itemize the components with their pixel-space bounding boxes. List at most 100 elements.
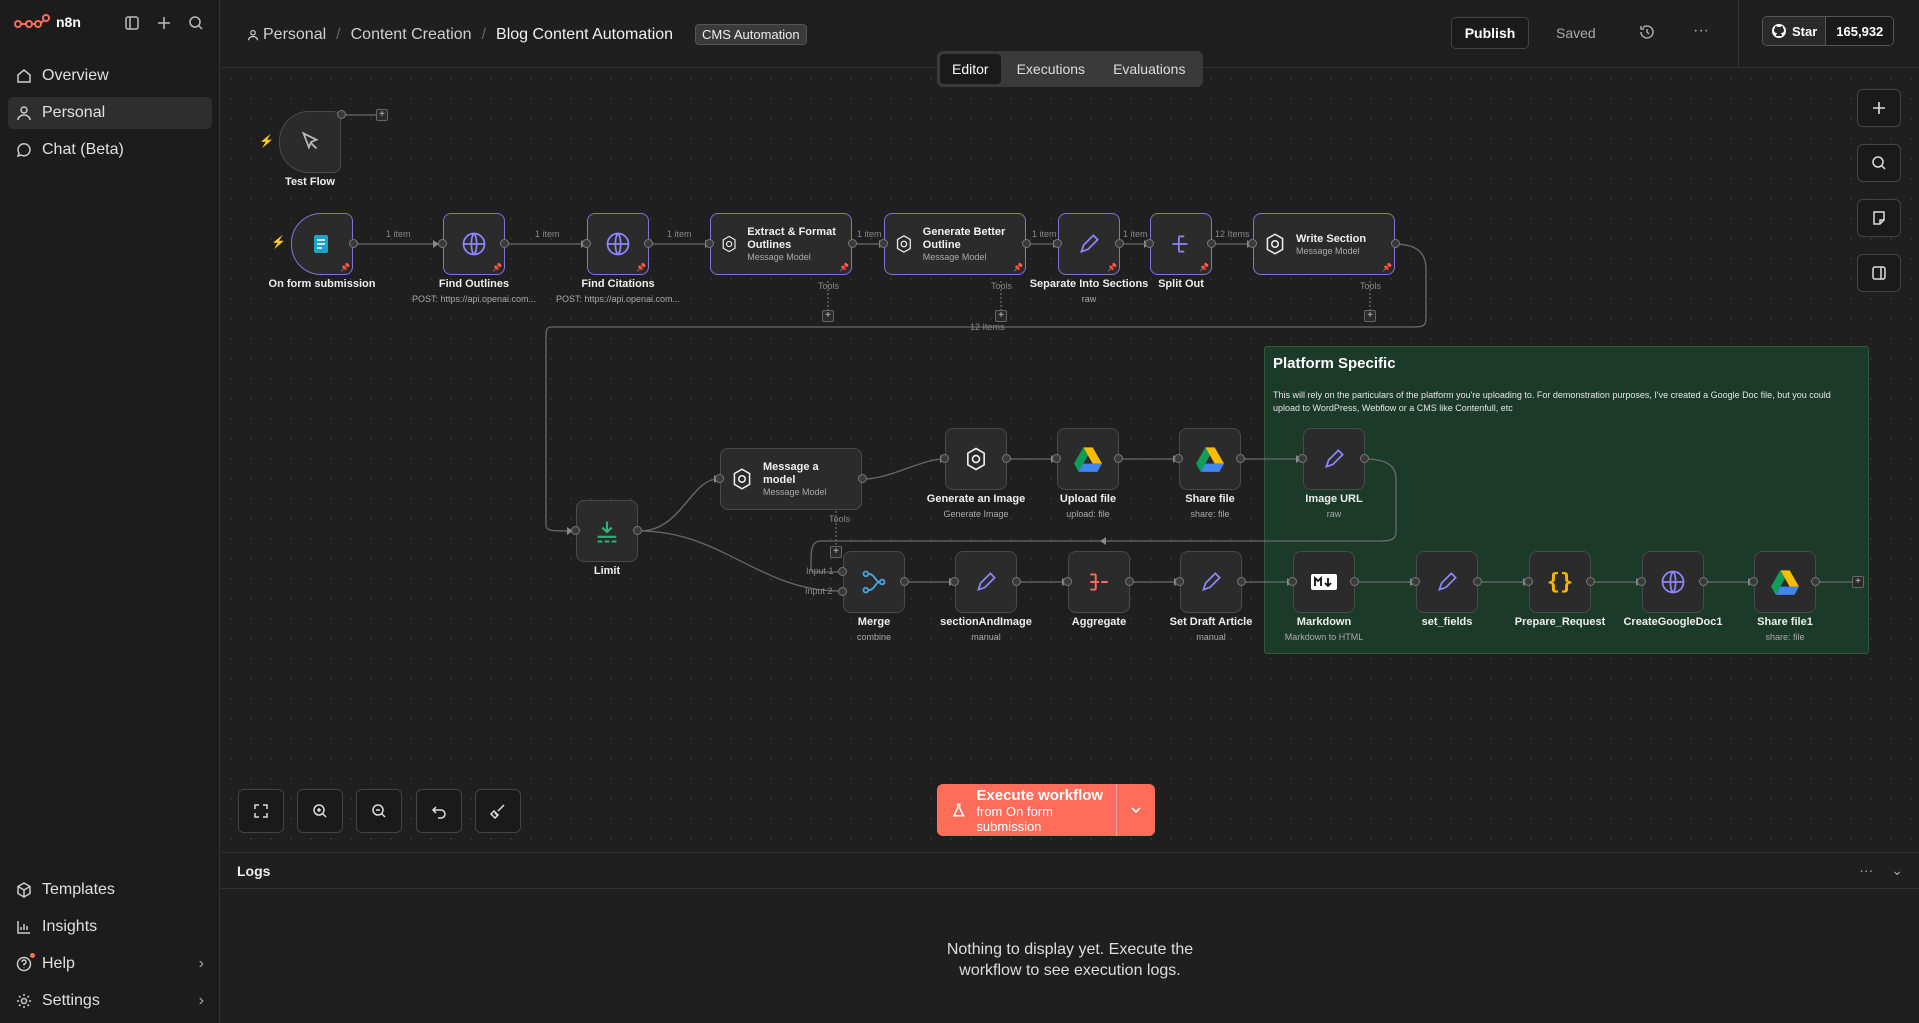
input-port[interactable] [1288,577,1297,586]
output-port[interactable] [500,239,509,248]
input-port[interactable] [1637,577,1646,586]
zoom-out-button[interactable] [356,789,402,833]
input-port[interactable] [1174,454,1183,463]
output-port[interactable] [858,474,867,483]
input-port[interactable] [438,239,447,248]
node-write-section[interactable]: Write Section Message Model 📌 [1253,213,1395,275]
node-limit[interactable] [576,500,638,562]
github-star-button[interactable]: Star 165,932 [1762,16,1895,46]
output-port[interactable] [1022,239,1031,248]
add-tool-handle[interactable]: + [822,310,834,322]
output-port[interactable] [1207,239,1216,248]
search-icon[interactable] [186,13,206,33]
input-port[interactable] [838,587,847,596]
workflow-tag[interactable]: CMS Automation [695,24,807,45]
node-markdown[interactable] [1293,551,1355,613]
input-port[interactable] [1052,454,1061,463]
sidebar-item-personal[interactable]: Personal [8,97,212,129]
input-port[interactable] [705,239,714,248]
input-port[interactable] [1175,577,1184,586]
output-port[interactable] [1586,577,1595,586]
sidebar-item-settings[interactable]: Settings › [8,985,212,1017]
more-options-icon[interactable]: ··· [1693,22,1709,40]
input-port[interactable] [1145,239,1154,248]
output-port[interactable] [900,577,909,586]
chevron-down-icon[interactable]: ⌄ [1891,862,1903,879]
execute-dropdown[interactable] [1117,804,1155,816]
input-port[interactable] [838,567,847,576]
input-port[interactable] [940,454,949,463]
breadcrumb-personal[interactable]: Personal [263,26,326,44]
breadcrumb-content-creation[interactable]: Content Creation [351,26,472,44]
sidebar-item-insights[interactable]: Insights [8,911,212,943]
input-port[interactable] [1524,577,1533,586]
tab-executions[interactable]: Executions [1005,54,1097,84]
undo-button[interactable] [416,789,462,833]
node-form-submission[interactable]: 📌 [291,213,353,275]
output-port[interactable] [349,239,358,248]
node-set-draft-article[interactable] [1180,551,1242,613]
node-message-model[interactable]: Message a model Message Model [720,448,862,510]
node-aggregate[interactable] [1068,551,1130,613]
add-node-handle[interactable]: + [1852,576,1864,588]
node-share-file1[interactable] [1754,551,1816,613]
node-find-outlines[interactable]: 📌 [443,213,505,275]
input-port[interactable] [582,239,591,248]
tab-evaluations[interactable]: Evaluations [1101,54,1197,84]
input-port[interactable] [1411,577,1420,586]
sidebar-item-chat[interactable]: Chat (Beta) [8,134,212,166]
tab-editor[interactable]: Editor [940,54,1001,84]
input-port[interactable] [950,577,959,586]
node-test-flow[interactable] [279,111,341,173]
node-split-out[interactable]: 📌 [1150,213,1212,275]
search-nodes-button[interactable] [1857,144,1901,182]
more-options-icon[interactable]: ··· [1859,862,1873,879]
sidebar-item-help[interactable]: Help › [8,948,212,980]
input-port[interactable] [571,526,580,535]
execute-main[interactable]: Execute workflow from On form submission [937,784,1117,836]
output-port[interactable] [1115,239,1124,248]
input-port[interactable] [1063,577,1072,586]
output-port[interactable] [1114,454,1123,463]
node-image-url[interactable] [1303,428,1365,490]
workflow-canvas[interactable]: Platform Specific This will rely on the … [221,69,1919,852]
node-separate-into-sections[interactable]: 📌 [1058,213,1120,275]
node-merge[interactable] [843,551,905,613]
add-icon[interactable] [154,13,174,33]
node-generate-better-outline[interactable]: Generate Better Outline Message Model 📌 [884,213,1026,275]
logs-header[interactable]: Logs ··· ⌄ [221,853,1919,889]
add-tool-handle[interactable]: + [830,546,842,558]
add-tool-handle[interactable]: + [1364,310,1376,322]
output-port[interactable] [337,110,346,119]
add-node-handle[interactable]: + [376,109,388,121]
node-section-and-image[interactable] [955,551,1017,613]
n8n-logo[interactable]: n8n [14,14,81,30]
node-extract-format-outlines[interactable]: Extract & Format Outlines Message Model 📌 [710,213,852,275]
node-find-citations[interactable]: 📌 [587,213,649,275]
collapse-sidebar-icon[interactable] [122,13,142,33]
history-icon[interactable] [1639,24,1655,45]
output-port[interactable] [1236,454,1245,463]
publish-button[interactable]: Publish [1451,17,1529,49]
node-prepare-request[interactable]: {} [1529,551,1591,613]
input-port[interactable] [715,474,724,483]
execute-workflow-button[interactable]: Execute workflow from On form submission [937,784,1155,836]
tidy-up-button[interactable] [475,789,521,833]
add-node-button[interactable] [1857,89,1901,127]
node-set-fields[interactable] [1416,551,1478,613]
output-port[interactable] [1360,454,1369,463]
output-port[interactable] [644,239,653,248]
output-port[interactable] [1125,577,1134,586]
input-port[interactable] [1053,239,1062,248]
node-upload-file[interactable] [1057,428,1119,490]
add-sticky-button[interactable] [1857,199,1901,237]
output-port[interactable] [1002,454,1011,463]
output-port[interactable] [1811,577,1820,586]
output-port[interactable] [1237,577,1246,586]
node-create-google-doc[interactable] [1642,551,1704,613]
output-port[interactable] [1350,577,1359,586]
node-share-file[interactable] [1179,428,1241,490]
input-port[interactable] [1298,454,1307,463]
add-tool-handle[interactable]: + [995,310,1007,322]
workflow-name[interactable]: Blog Content Automation [496,26,673,44]
